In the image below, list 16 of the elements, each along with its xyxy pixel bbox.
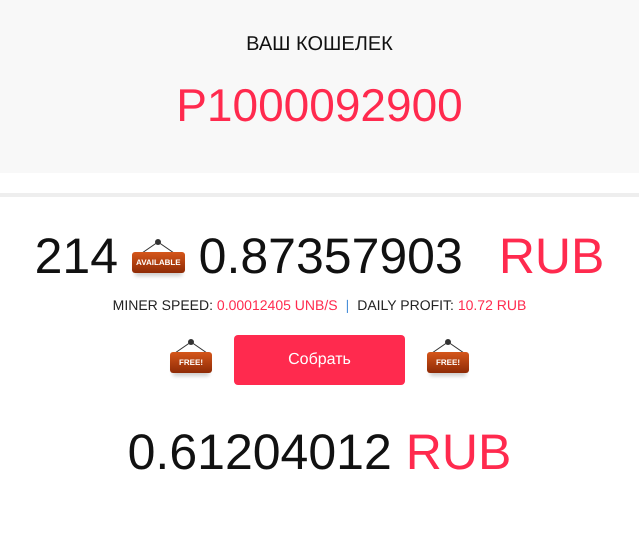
sign-label: FREE! xyxy=(427,352,469,373)
wallet-id: P1000092900 xyxy=(176,78,463,132)
sign-label: FREE! xyxy=(170,352,212,373)
currency: RUB xyxy=(498,227,604,285)
balance-amount: 0.87357903 xyxy=(198,227,463,285)
hanger-icon xyxy=(430,339,466,353)
separator: | xyxy=(346,297,350,313)
hanger-icon xyxy=(173,339,209,353)
sign-label: AVAILABLE xyxy=(132,252,185,273)
wallet-title: ВАШ КОШЕЛЕК xyxy=(246,33,393,56)
coin-count: 214 xyxy=(34,227,118,285)
total-amount: 0.61204012 xyxy=(128,423,392,481)
stat-text: MINER SPEED: 0.00012405 UNB/S xyxy=(112,297,338,313)
currency: RUB xyxy=(406,423,512,481)
stat-text: DAILY PROFIT: 10.72 RUB xyxy=(357,297,526,313)
collect-button[interactable]: Собрать xyxy=(234,335,405,385)
